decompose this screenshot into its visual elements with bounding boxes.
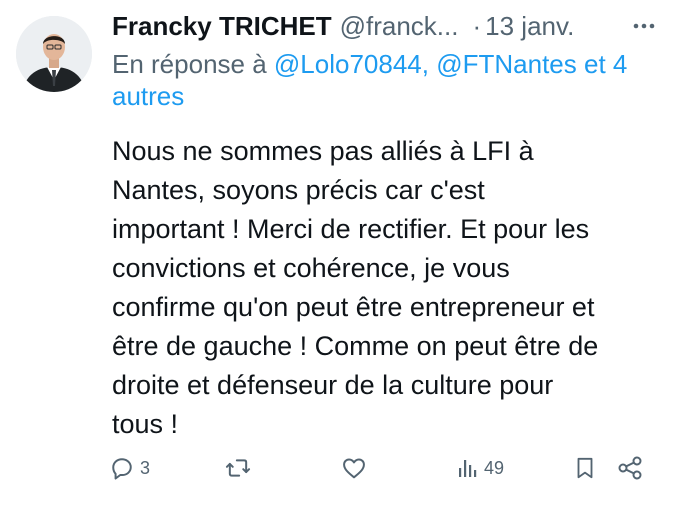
tweet-text-line: convictions et cohérence, je vous	[112, 253, 510, 283]
mention-link[interactable]: @Lolo70844,	[274, 49, 429, 79]
retweet-icon	[223, 454, 253, 482]
tweet-text-line: confirme qu'on peut être entrepreneur et	[112, 292, 595, 322]
reply-button[interactable]: 3	[108, 452, 150, 484]
views-button[interactable]: 49	[456, 452, 504, 484]
tweet-text-line: important ! Merci de rectifier. Et pour …	[112, 214, 590, 244]
tweet-text-line: Nantes, soyons précis car c'est	[112, 175, 485, 205]
more-icon[interactable]	[632, 16, 656, 36]
like-button[interactable]	[340, 452, 372, 484]
tweet-date[interactable]: 13 janv.	[485, 11, 574, 41]
mention-link[interactable]: @FTNantes	[436, 49, 577, 79]
views-icon	[456, 455, 480, 481]
views-count: 49	[484, 457, 505, 478]
bookmark-icon	[572, 454, 598, 482]
reply-context: En réponse à @Lolo70844, @FTNantes et 4 …	[112, 48, 664, 112]
tweet: Francky TRICHET @franck... · 13 janv. En ré…	[0, 0, 680, 513]
author-handle[interactable]: @franck...	[340, 11, 459, 41]
tweet-header: Francky TRICHET @franck... · 13 janv.	[112, 8, 672, 44]
tweet-text-line: droite et défenseur de la culture pour	[112, 370, 554, 400]
tweet-text-line: Nous ne sommes pas alliés à LFI à	[112, 136, 534, 166]
action-bar: 3 49	[108, 452, 648, 484]
author-name[interactable]: Francky TRICHET	[112, 11, 332, 41]
tweet-text-line: tous !	[112, 409, 179, 439]
reply-prefix: En réponse à	[112, 49, 267, 79]
separator-dot: ·	[472, 11, 482, 41]
tweet-text: Nous ne sommes pas alliés à LFI à Nantes…	[112, 132, 664, 444]
reply-icon	[108, 454, 136, 482]
tweet-text-line: être de gauche ! Comme on peut être de	[112, 331, 599, 361]
like-icon	[340, 454, 368, 482]
retweet-button[interactable]	[223, 452, 257, 484]
reply-connector[interactable]: et	[584, 49, 606, 79]
bookmark-button[interactable]	[572, 452, 598, 484]
reply-count: 3	[140, 457, 151, 478]
avatar[interactable]	[16, 16, 92, 92]
share-button[interactable]	[616, 452, 644, 484]
share-icon	[616, 454, 644, 482]
